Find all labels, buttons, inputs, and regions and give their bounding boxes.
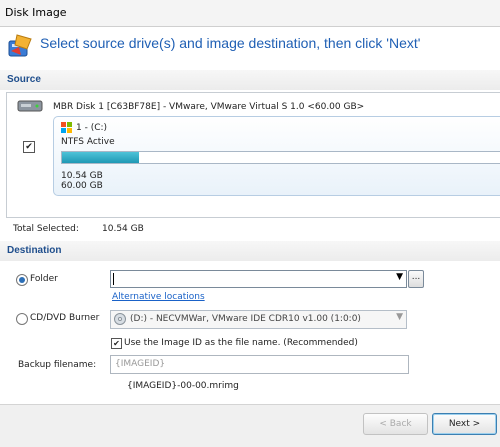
- chevron-down-icon[interactable]: ▼: [396, 312, 403, 322]
- destination-section-header: Destination: [0, 241, 500, 261]
- cd-burner-label: CD/DVD Burner: [30, 313, 100, 323]
- title-bar: Disk Image: [0, 0, 500, 27]
- cd-drive-select[interactable]: (D:) - NECVMWar, VMware IDE CDR10 v1.00 …: [110, 310, 407, 329]
- partition-usage-bar: [61, 151, 500, 164]
- total-selected-label: Total Selected:: [13, 224, 79, 234]
- wizard-header: Select source drive(s) and image destina…: [0, 27, 500, 65]
- cd-drive-icon: [114, 313, 126, 325]
- back-button[interactable]: < Back: [363, 413, 428, 435]
- total-selected-value: 10.54 GB: [102, 224, 144, 234]
- filename-preview: {IMAGEID}-00-00.mrimg: [127, 381, 239, 391]
- source-heading: Source: [7, 74, 41, 85]
- backup-filename-placeholder: {IMAGEID}: [115, 359, 166, 369]
- use-image-id-checkbox[interactable]: ✔: [111, 338, 122, 349]
- disk-label: MBR Disk 1 [C63BF78E] - VMware, VMware V…: [53, 102, 365, 112]
- text-caret: [113, 273, 114, 285]
- cd-burner-radio[interactable]: [16, 313, 28, 325]
- partition-total-size: 60.00 GB: [61, 181, 103, 191]
- backup-filename-input[interactable]: {IMAGEID}: [110, 355, 409, 374]
- folder-radio[interactable]: [16, 274, 28, 286]
- window-title: Disk Image: [5, 6, 67, 19]
- browse-button[interactable]: ...: [408, 270, 424, 288]
- partition-name: 1 - (C:): [76, 123, 108, 133]
- source-section-header: Source: [0, 70, 500, 90]
- destination-heading: Destination: [7, 245, 62, 256]
- backup-filename-label: Backup filename:: [18, 360, 97, 370]
- partition-filesystem: NTFS Active: [61, 137, 115, 147]
- folder-label: Folder: [30, 274, 58, 284]
- chevron-down-icon[interactable]: ▼: [396, 272, 403, 282]
- alternative-locations-link[interactable]: Alternative locations: [112, 292, 205, 302]
- folder-path-input[interactable]: ▼: [110, 270, 407, 288]
- partition-usage-fill: [62, 152, 140, 163]
- windows-logo-icon: [61, 122, 72, 133]
- disk-image-wizard-icon: [8, 34, 32, 57]
- partition-card[interactable]: 1 - (C:) NTFS Active 10.54 GB 60.00 GB: [53, 116, 500, 196]
- hard-disk-icon: [17, 100, 43, 112]
- instruction-text: Select source drive(s) and image destina…: [40, 35, 421, 51]
- use-image-id-label: Use the Image ID as the file name. (Reco…: [124, 338, 358, 348]
- partition-used-size: 10.54 GB: [61, 171, 103, 181]
- next-button[interactable]: Next >: [432, 413, 497, 435]
- partition-checkbox[interactable]: ✔: [23, 141, 35, 153]
- cd-drive-value: (D:) - NECVMWar, VMware IDE CDR10 v1.00 …: [130, 314, 361, 324]
